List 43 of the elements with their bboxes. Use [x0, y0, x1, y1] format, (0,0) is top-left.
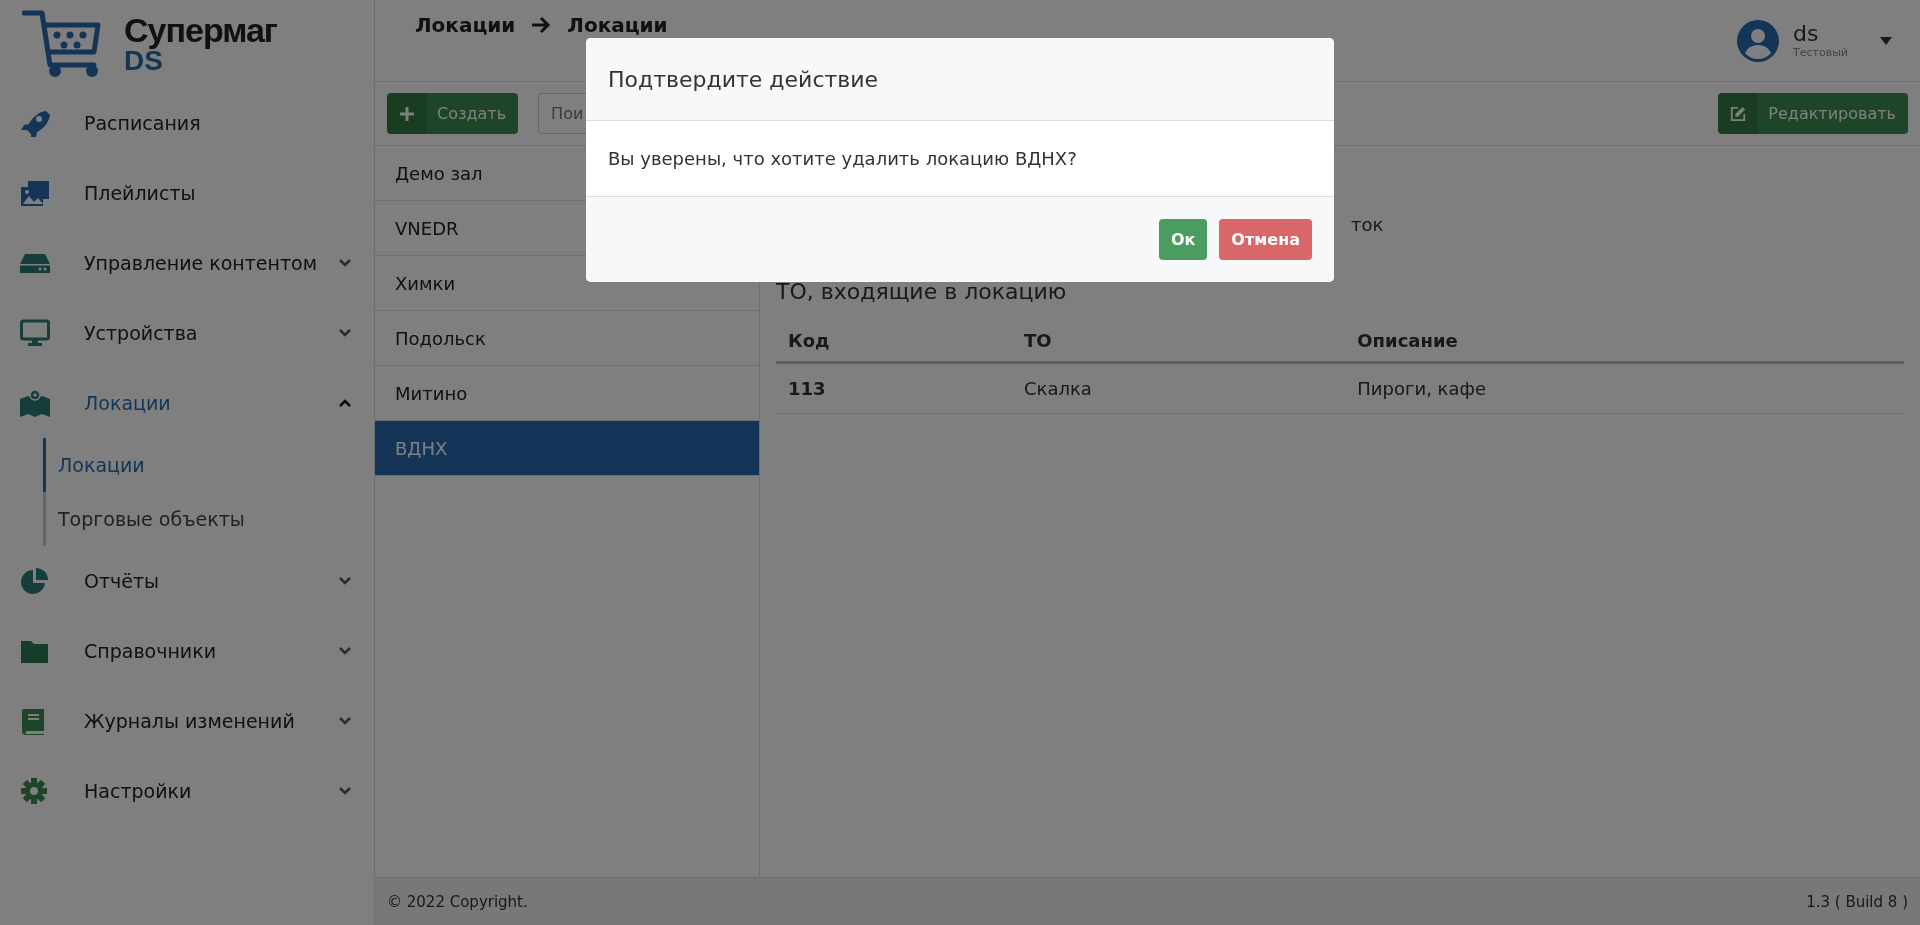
sidebar-item[interactable]: Отчёты [0, 546, 374, 616]
user-role: Тестовый [1793, 46, 1848, 60]
sidebar-subitem[interactable]: Торговые объекты [43, 492, 374, 546]
table-cell: Пироги, кафе [1345, 362, 1904, 414]
column-header: Код [776, 320, 1012, 363]
plus-icon [399, 105, 415, 122]
section-title: ТО, входящие в локацию [776, 279, 1068, 304]
sidebar-item[interactable]: Устройства [0, 298, 374, 368]
edit-button[interactable]: Редактировать [1718, 93, 1908, 134]
dialog-title: Подтвердите действие [608, 66, 879, 92]
logo-title: Супермаг [124, 13, 277, 47]
sidebar-item[interactable]: Журналы изменений [0, 686, 374, 756]
cancel-button[interactable]: Отмена [1219, 219, 1312, 260]
sidebar-item[interactable]: Плейлисты [0, 158, 374, 228]
breadcrumb-item[interactable]: Локации [567, 14, 668, 36]
sidebar-item[interactable]: Расписания [0, 88, 374, 158]
sidebar-item[interactable]: Справочники [0, 616, 374, 686]
create-button[interactable]: Создать [387, 93, 519, 134]
monitor-icon [20, 319, 50, 347]
map-icon [20, 389, 50, 417]
edit-icon [1730, 105, 1747, 122]
settings-icon [20, 777, 50, 805]
caret-icon [1880, 36, 1892, 45]
ok-button[interactable]: Ок [1158, 219, 1208, 260]
sidebar-item[interactable]: Локации [0, 368, 374, 438]
sidebar-item[interactable]: Настройки [0, 756, 374, 826]
images-icon [20, 179, 50, 207]
detail-text: ток [1351, 214, 1385, 235]
table-cell: Скалка [1011, 362, 1346, 414]
location-item[interactable]: ВДНХ [375, 421, 759, 476]
breadcrumb-item[interactable]: Локации [415, 14, 516, 36]
column-header: ТО [1011, 320, 1346, 363]
table-cell: 113 [776, 362, 1012, 414]
avatar-icon [1737, 19, 1779, 62]
arrow-right-icon [531, 16, 552, 34]
pie-chart-icon [20, 567, 50, 595]
sidebar-item[interactable]: Управление контентом [0, 228, 374, 298]
column-header: Описание [1345, 320, 1904, 363]
rocket-icon [20, 109, 50, 137]
user-name: ds [1793, 21, 1820, 47]
version-text: 1.3 ( Build 8 ) [1806, 892, 1908, 911]
location-item[interactable]: Подольск [375, 311, 759, 366]
copyright-text: © 2022 Copyright. [387, 892, 528, 911]
